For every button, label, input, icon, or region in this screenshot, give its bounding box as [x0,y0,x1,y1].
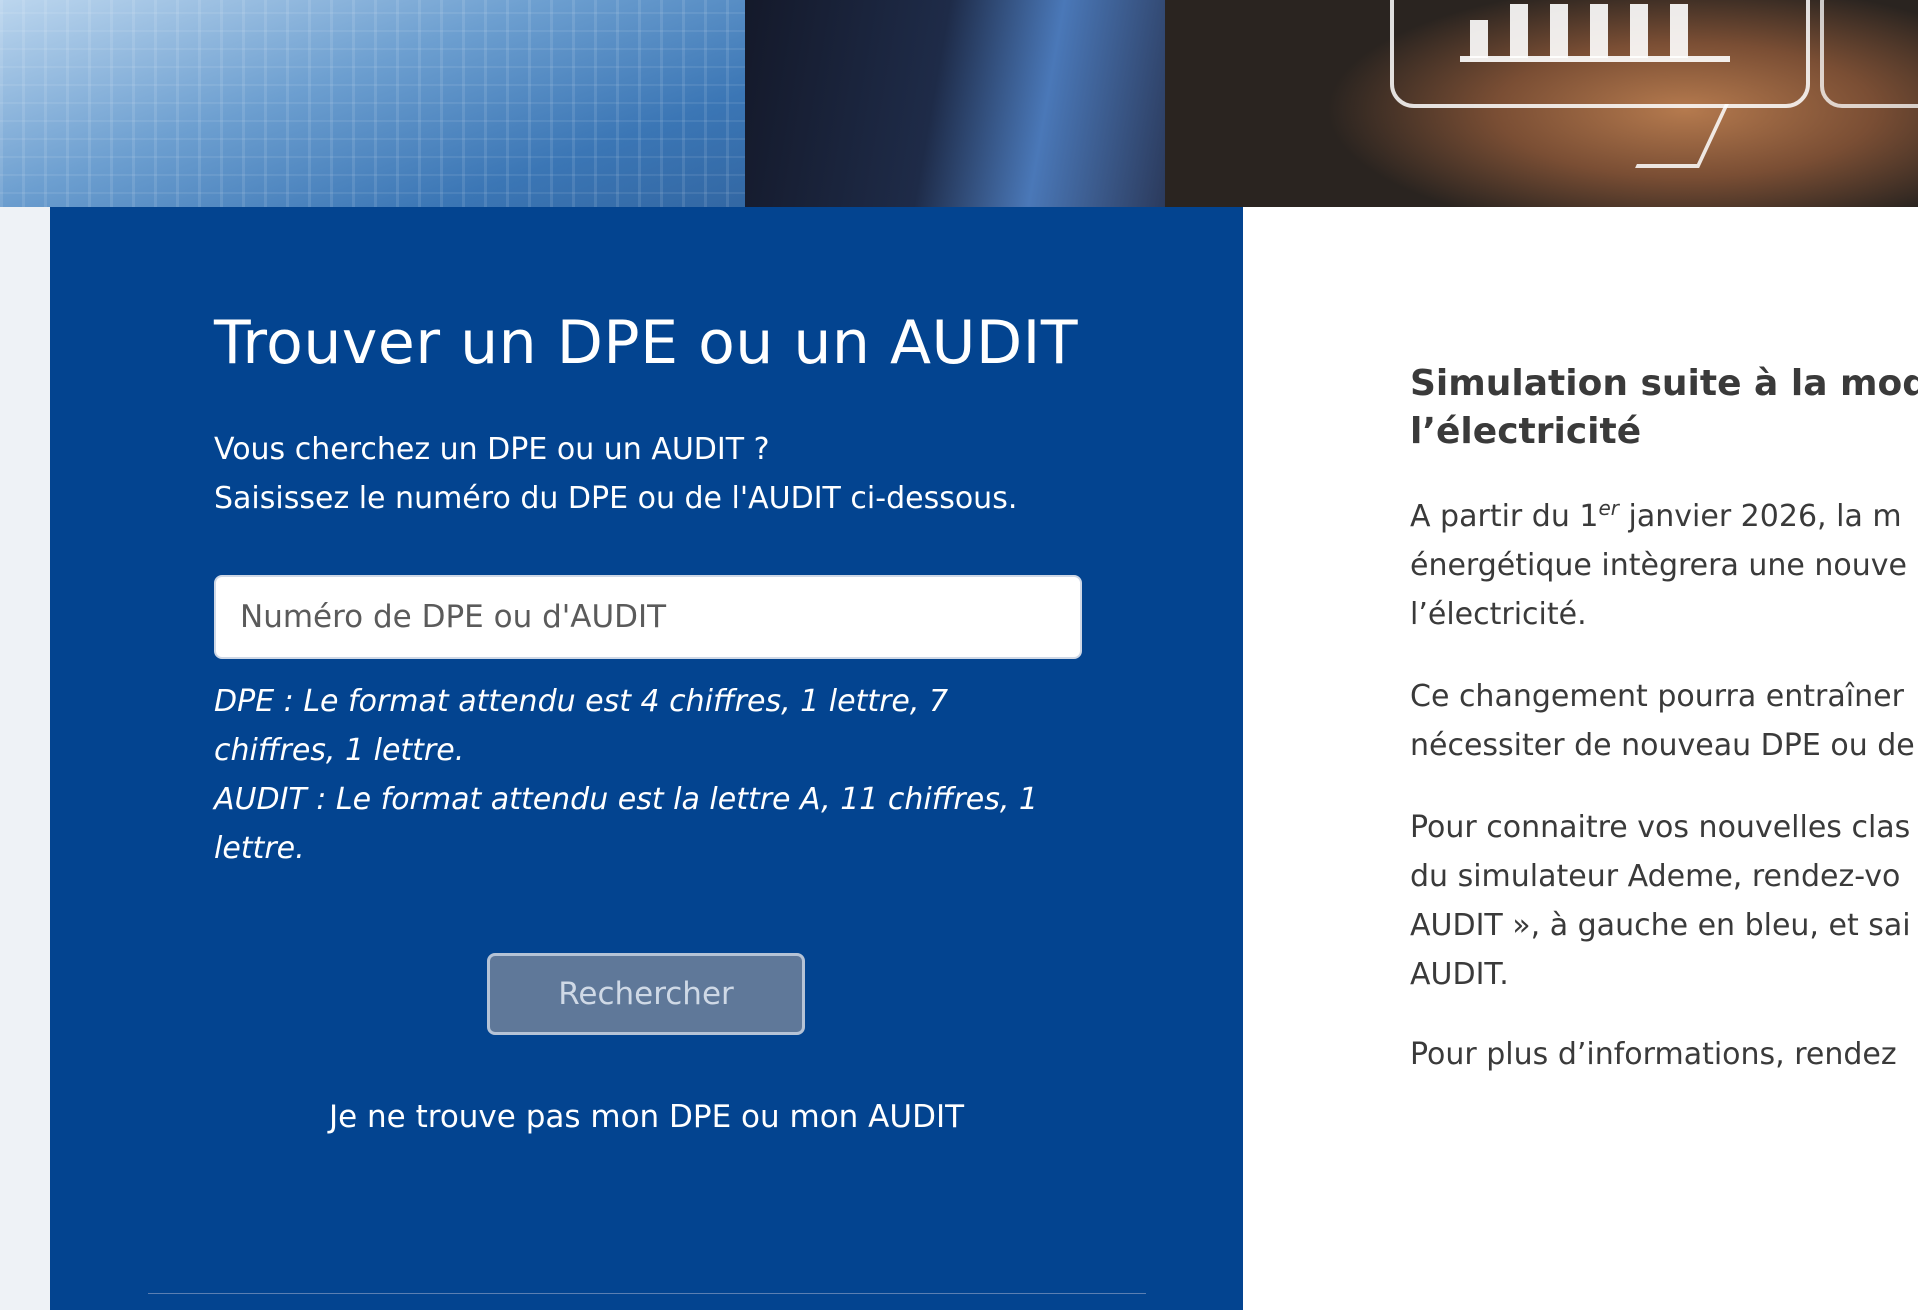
format-help-line: AUDIT : Le format attendu est la lettre … [214,782,1038,817]
search-intro-line: Vous cherchez un DPE ou un AUDIT ? [214,432,770,467]
hero-facade-image [745,0,1165,207]
ordinal-superscript: er [1598,496,1619,520]
info-line: du simulateur Ademe, rendez-vo [1410,859,1901,894]
info-paragraph-3: Pour connaitre vos nouvelles clas du sim… [1410,803,1911,999]
info-line: A partir du 1er janvier 2026, la m [1410,492,1907,541]
info-line: Pour plus d’informations, rendez [1410,1037,1897,1072]
info-paragraph-4: Pour plus d’informations, rendez [1410,1030,1897,1079]
info-text: A partir du 1 [1410,499,1599,534]
format-help: DPE : Le format attendu est 4 chiffres, … [214,677,1094,873]
info-line: AUDIT », à gauche en bleu, et sai [1410,908,1911,943]
hero-tree-foliage [0,152,745,207]
page-title: Trouver un DPE ou un AUDIT [214,308,1079,378]
bar-chart-icon [1460,0,1730,62]
info-line: énergétique intègrera une nouve [1410,548,1907,583]
info-line: l’électricité. [1410,597,1587,632]
format-help-line: DPE : Le format attendu est 4 chiffres, … [214,684,949,719]
card-divider [148,1293,1146,1294]
chat-bubble-icon [1820,0,1918,108]
search-intro-line: Saisissez le numéro du DPE ou de l'AUDIT… [214,481,1018,516]
info-line: nécessiter de nouveau DPE ou de [1410,728,1915,763]
search-input[interactable] [214,575,1082,659]
search-card: Trouver un DPE ou un AUDIT Vous cherchez… [50,207,1243,1310]
info-line: Pour connaitre vos nouvelles clas [1410,810,1911,845]
info-line: AUDIT. [1410,957,1509,992]
hero-building-image [0,0,745,207]
search-button[interactable]: Rechercher [487,953,805,1035]
info-paragraph-2: Ce changement pourra entraîner nécessite… [1410,672,1915,770]
format-help-line: lettre. [214,831,305,866]
format-help-line: chiffres, 1 lettre. [214,733,465,768]
info-title: Simulation suite à la modif l’électricit… [1410,360,1918,456]
info-line: Ce changement pourra entraîner [1410,679,1904,714]
hero-banner [0,0,1918,207]
search-intro: Vous cherchez un DPE ou un AUDIT ? Saisi… [214,425,1114,523]
info-paragraph-1: A partir du 1er janvier 2026, la m énerg… [1410,492,1907,639]
info-title-line: l’électricité [1410,411,1642,452]
not-found-link[interactable]: Je ne trouve pas mon DPE ou mon AUDIT [50,1099,1243,1135]
info-text: janvier 2026, la m [1619,499,1902,534]
info-title-line: Simulation suite à la modif [1410,363,1918,404]
